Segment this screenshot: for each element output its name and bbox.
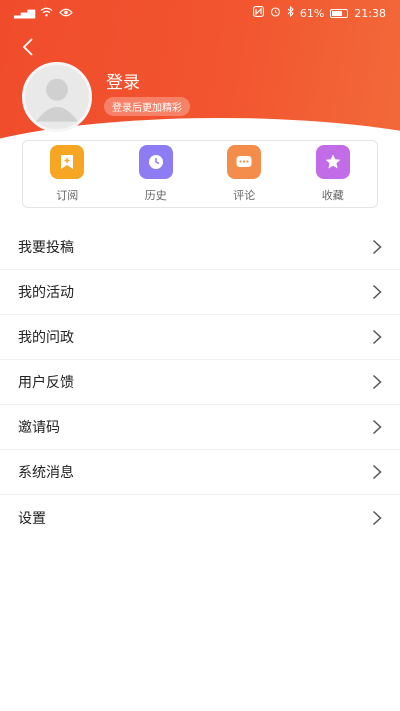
bluetooth-icon [287, 5, 294, 20]
avatar[interactable] [22, 62, 92, 132]
menu-item-submit[interactable]: 我要投稿 [0, 225, 400, 270]
quick-action-label: 订阅 [56, 189, 79, 202]
menu-item-label: 设置 [18, 510, 46, 527]
menu-item-settings[interactable]: 设置 [0, 495, 400, 540]
chevron-right-icon [372, 510, 382, 526]
menu-item-invite-code[interactable]: 邀请码 [0, 405, 400, 450]
quick-action-favorite[interactable]: 收藏 [298, 145, 368, 203]
chevron-right-icon [372, 419, 382, 435]
nfc-icon [252, 6, 264, 20]
chevron-right-icon [372, 239, 382, 255]
subscribe-icon [50, 145, 85, 179]
login-link[interactable]: 登录 [106, 68, 140, 93]
menu-item-activities[interactable]: 我的活动 [0, 270, 400, 315]
comment-icon [227, 145, 262, 179]
battery-icon [330, 8, 349, 18]
clock: 21:38 [354, 6, 386, 20]
wifi-icon [40, 7, 53, 20]
history-icon [138, 145, 173, 179]
chevron-right-icon [372, 329, 382, 345]
chevron-right-icon [372, 284, 382, 300]
menu-item-label: 用户反馈 [18, 375, 74, 391]
quick-action-comment[interactable]: 评论 [209, 145, 279, 203]
eye-icon [59, 7, 73, 20]
menu-item-label: 我的问政 [18, 330, 74, 346]
menu-item-system-messages[interactable]: 系统消息 [0, 450, 400, 495]
battery-text: 61% [299, 6, 325, 20]
favorite-icon [315, 145, 350, 179]
alarm-icon [270, 6, 281, 20]
chevron-right-icon [372, 374, 382, 390]
quick-actions-card: 订阅 历史 评论 收藏 [22, 140, 378, 208]
menu-item-inquiries[interactable]: 我的问政 [0, 315, 400, 360]
back-arrow-icon[interactable] [22, 38, 42, 58]
menu-item-label: 系统消息 [18, 465, 74, 481]
login-tip: 登录后更加精彩 [104, 97, 190, 116]
menu-item-feedback[interactable]: 用户反馈 [0, 360, 400, 405]
menu-item-label: 邀请码 [18, 420, 60, 436]
menu-list: 我要投稿 我的活动 我的问政 用户反馈 邀请码 系统消息 设置 [0, 225, 400, 540]
quick-action-label: 历史 [144, 189, 167, 202]
chevron-right-icon [372, 464, 382, 480]
quick-action-subscribe[interactable]: 订阅 [32, 145, 102, 203]
status-bar: ▂▄▆ 61% 21:38 [0, 0, 400, 26]
menu-item-label: 我的活动 [18, 285, 74, 301]
quick-action-label: 评论 [233, 189, 256, 202]
menu-item-label: 我要投稿 [18, 240, 74, 256]
quick-action-history[interactable]: 历史 [121, 145, 191, 203]
quick-action-label: 收藏 [321, 189, 344, 202]
signal-icon: ▂▄▆ [14, 7, 35, 19]
